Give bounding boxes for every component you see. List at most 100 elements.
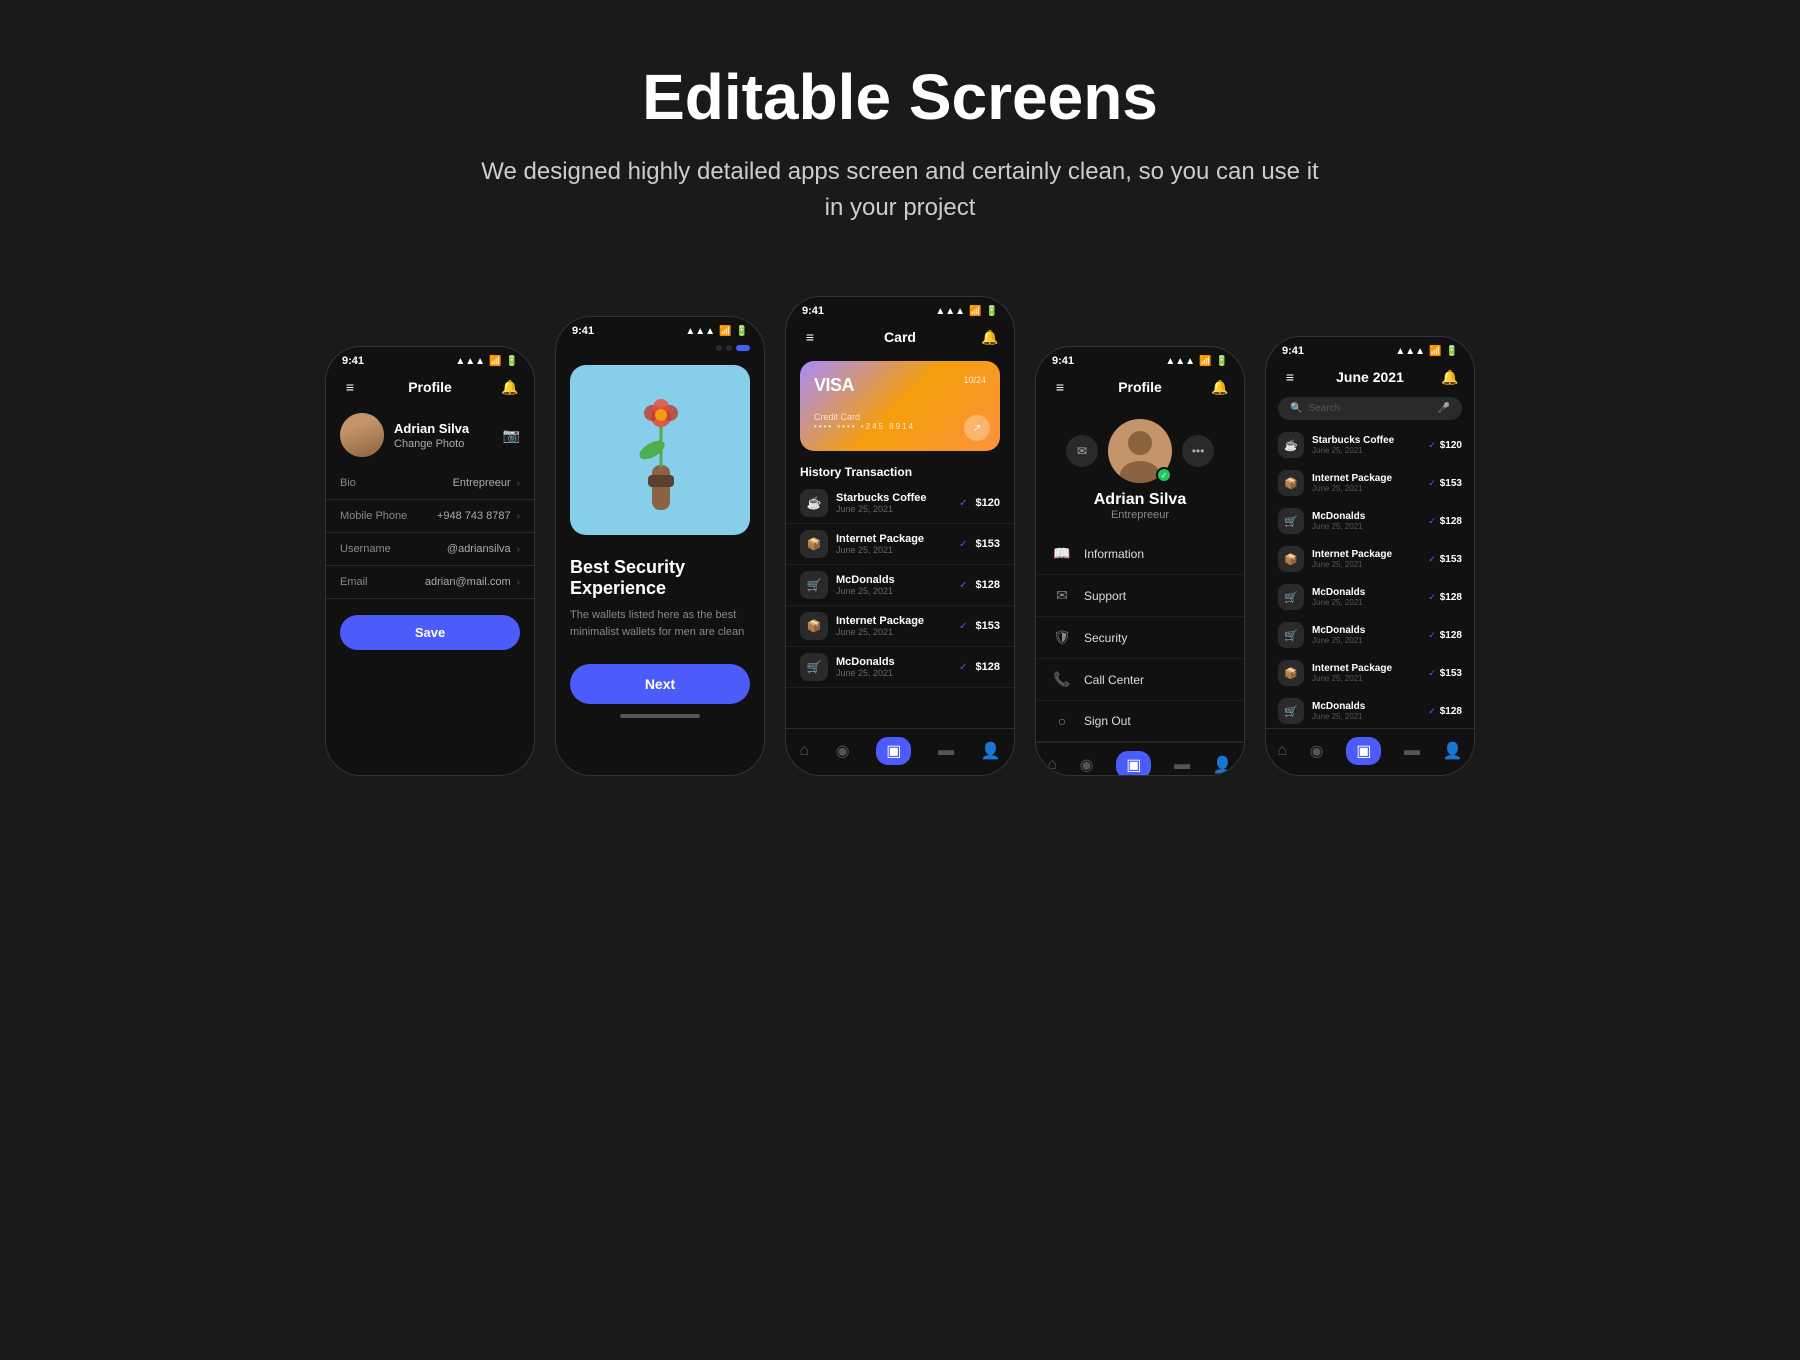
status-icons-3: ▲▲▲ 📶 🔋 [935,306,998,317]
month-label: June 2021 [1336,369,1404,385]
status-bar-3: 9:41 ▲▲▲ 📶 🔋 [786,297,1014,321]
bn-card-active-5[interactable]: ▣ [1346,737,1381,765]
signal-icon-5: ▲▲▲ [1395,346,1425,357]
menu-item-sign-out[interactable]: ○ Sign Out [1036,701,1244,742]
signout-icon: ○ [1052,713,1072,729]
dot1 [716,345,722,351]
bn-home-4[interactable]: ⌂ [1047,756,1057,774]
menu-icon-5[interactable]: ≡ [1280,367,1300,387]
transaction-icon: 📦 [800,612,828,640]
phone-security-onboarding: 9:41 ▲▲▲ 📶 🔋 [555,316,765,776]
p1-field-email[interactable]: Email adrian@mail.com › [326,566,534,599]
battery-icon: 🔋 [506,356,518,367]
bn-list-5[interactable]: ▬ [1404,742,1420,760]
status-bar-5: 9:41 ▲▲▲ 📶 🔋 [1266,337,1474,361]
status-icons-1: ▲▲▲ 📶 🔋 [455,356,518,367]
t-icon: 📦 [1278,660,1304,686]
p1-field-phone[interactable]: Mobile Phone +948 743 8787 › [326,500,534,533]
t-icon: 🛒 [1278,508,1304,534]
p4-user-name: Adrian Silva [1094,491,1186,509]
flower-svg [610,385,710,515]
transaction-icon: 📦 [800,530,828,558]
menu-item-support[interactable]: ✉ Support [1036,575,1244,617]
bn-card-active-4[interactable]: ▣ [1116,751,1151,776]
more-button[interactable]: ••• [1182,435,1214,467]
p4-avatar-wrap: ✓ [1108,419,1172,483]
bn-list[interactable]: ▬ [938,742,954,760]
bn-circle[interactable]: ◉ [836,741,850,761]
visa-number: •••• •••• •245 8914 [814,422,986,431]
signal-icon-3: ▲▲▲ [935,306,965,317]
t-icon: 🛒 [1278,584,1304,610]
time-5: 9:41 [1282,345,1304,357]
bottom-nav-5: ⌂ ◉ ▣ ▬ 👤 [1266,728,1474,775]
bell-icon-1[interactable]: 🔔 [500,377,520,397]
search-bar[interactable]: 🔍 Search 🎤 [1278,397,1462,420]
phone-profile-menu: 9:41 ▲▲▲ 📶 🔋 ≡ Profile 🔔 ✉ [1035,346,1245,776]
visa-date: 10/24 [963,375,986,385]
menu-icon-3[interactable]: ≡ [800,327,820,347]
transaction-list-3: ☕ Starbucks Coffee June 25, 2021 ✓ $120 … [786,483,1014,728]
t-icon: 🛒 [1278,622,1304,648]
table-row: 🛒 McDonalds June 25, 2021 ✓ $128 [1266,692,1474,728]
time-3: 9:41 [802,305,824,317]
camera-icon[interactable]: 📷 [503,427,520,444]
visa-label: VISA [814,375,986,396]
table-row: 🛒 McDonalds June 25, 2021 ✓ $128 [1266,502,1474,540]
bn-circle-5[interactable]: ◉ [1310,741,1324,761]
home-indicator [620,714,700,718]
menu-icon-4[interactable]: ≡ [1050,377,1070,397]
table-row: 🛒 McDonalds June 25, 2021 ✓ $128 [1266,578,1474,616]
status-icons-2: ▲▲▲ 📶 🔋 [685,326,748,337]
p2-description: The wallets listed here as the best mini… [570,607,750,640]
menu-icon-1[interactable]: ≡ [340,377,360,397]
bn-circle-4[interactable]: ◉ [1080,755,1094,775]
time-2: 9:41 [572,325,594,337]
bn-card-active[interactable]: ▣ [876,737,911,765]
table-row: 📦 Internet Package June 25, 2021 ✓ $153 [1266,464,1474,502]
visa-cc-label: Credit Card [814,412,986,422]
next-button[interactable]: Next [570,664,750,704]
bn-list-4[interactable]: ▬ [1174,756,1190,774]
transaction-icon: ☕ [800,489,828,517]
save-button[interactable]: Save [340,615,520,650]
bn-user-5[interactable]: 👤 [1443,741,1463,761]
signal-icon-4: ▲▲▲ [1165,356,1195,367]
bn-user[interactable]: 👤 [981,741,1001,761]
table-row: ☕ Starbucks Coffee June 25, 2021 ✓ $120 [1266,426,1474,464]
nav-title-4: Profile [1118,379,1162,395]
bottom-nav-3: ⌂ ◉ ▣ ▬ 👤 [786,728,1014,775]
table-row: 📦 Internet Package June 25, 2021 ✓ $153 [786,524,1014,565]
support-icon: ✉ [1052,587,1072,604]
message-button[interactable]: ✉ [1066,435,1098,467]
info-icon: 📖 [1052,545,1072,562]
phone-icon: 📞 [1052,671,1072,688]
screens-container: 9:41 ▲▲▲ 📶 🔋 ≡ Profile 🔔 Adrian Silva Ch… [0,256,1800,836]
t-icon: 🛒 [1278,698,1304,724]
p1-avatar [340,413,384,457]
p1-field-bio[interactable]: Bio Entrepreeur › [326,467,534,500]
status-icons-5: ▲▲▲ 📶 🔋 [1395,346,1458,357]
menu-item-information[interactable]: 📖 Information [1036,533,1244,575]
battery-icon-3: 🔋 [986,306,998,317]
transaction-icon: 🛒 [800,653,828,681]
bn-user-4[interactable]: 👤 [1213,755,1233,775]
bell-icon-5[interactable]: 🔔 [1440,367,1460,387]
p1-change-photo[interactable]: Change Photo [394,438,493,450]
signal-icon-2: ▲▲▲ [685,326,715,337]
p1-field-username[interactable]: Username @adriansilva › [326,533,534,566]
bell-icon-3[interactable]: 🔔 [980,327,1000,347]
menu-item-call-center[interactable]: 📞 Call Center [1036,659,1244,701]
search-icon: 🔍 [1290,403,1302,414]
status-bar-2: 9:41 ▲▲▲ 📶 🔋 [556,317,764,341]
wifi-icon: 📶 [489,356,501,367]
page-subtitle: We designed highly detailed apps screen … [470,154,1330,226]
menu-item-security[interactable]: 🛡 Security [1036,617,1244,659]
bell-icon-4[interactable]: 🔔 [1210,377,1230,397]
p4-user-role: Entrepreeur [1111,509,1169,521]
signal-icon: ▲▲▲ [455,356,485,367]
mic-icon[interactable]: 🎤 [1438,403,1450,414]
bn-home[interactable]: ⌂ [799,742,809,760]
security-illustration [570,365,750,535]
bn-home-5[interactable]: ⌂ [1277,742,1287,760]
